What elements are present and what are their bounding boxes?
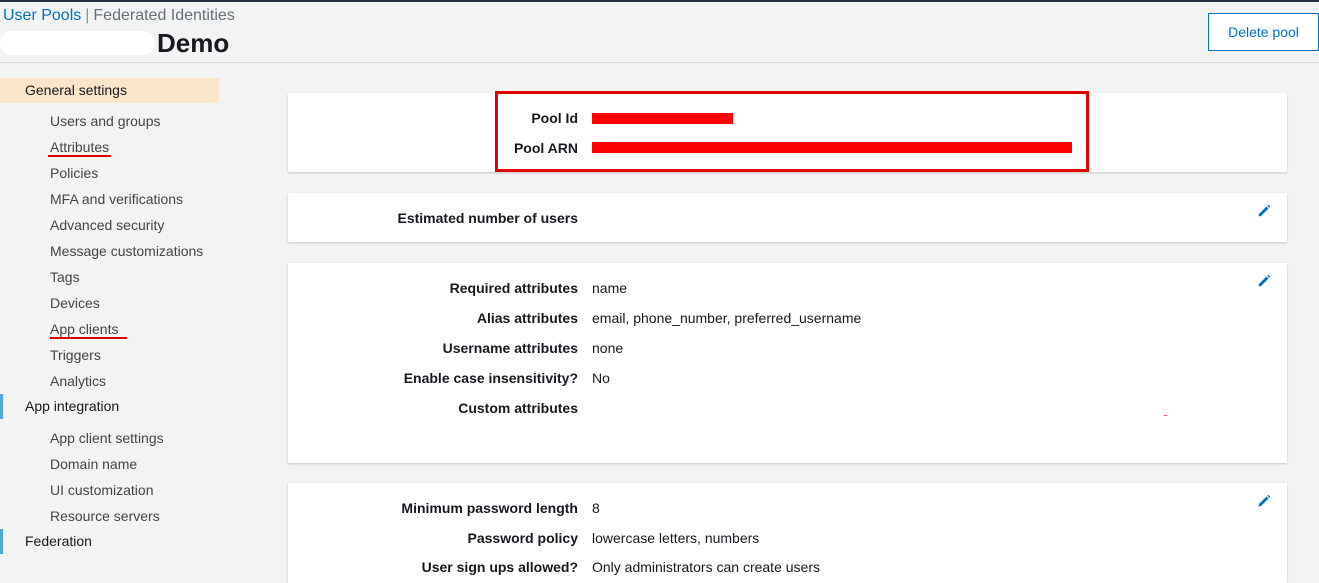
policy-row: Password policy lowercase letters, numbe… [288, 528, 1287, 548]
estimated-users-row: Estimated number of users [288, 208, 1287, 228]
delete-pool-button[interactable]: Delete pool [1208, 13, 1319, 51]
alias-attributes-value: email, phone_number, preferred_username [592, 310, 862, 326]
pencil-icon[interactable] [1257, 494, 1271, 508]
users-card: Estimated number of users [288, 193, 1287, 242]
annotation-underline [50, 337, 127, 339]
user-sign-ups-label: User sign ups allowed? [421, 559, 578, 575]
nav-policies[interactable]: Policies [50, 163, 98, 183]
nav-attributes[interactable]: Attributes [50, 137, 109, 157]
min-password-length-label: Minimum password length [401, 500, 578, 516]
page-header: User Pools | Federated Identities Demo Del… [0, 2, 1319, 63]
breadcrumb: User Pools | Federated Identities [3, 7, 235, 25]
required-attributes-value: name [592, 280, 628, 296]
custom-attributes-label: Custom attributes [458, 400, 578, 416]
page-title: Demo [0, 28, 229, 59]
required-attributes-label: Required attributes [449, 280, 578, 296]
annotation-underline [48, 155, 111, 157]
pencil-icon[interactable] [1257, 204, 1271, 218]
nav-advanced-security[interactable]: Advanced security [50, 215, 164, 235]
nav-app-integration[interactable]: App integration [0, 394, 219, 419]
nav-triggers[interactable]: Triggers [50, 345, 101, 365]
attribute-row: Required attributes name [288, 278, 1287, 298]
nav-domain-name[interactable]: Domain name [50, 454, 137, 474]
policy-row: Minimum password length 8 [288, 498, 1287, 518]
annotation-mark [1164, 415, 1167, 416]
username-attributes-label: Username attributes [442, 340, 578, 356]
case-insensitivity-label: Enable case insensitivity? [403, 370, 578, 386]
password-policy-value: lowercase letters, numbers [592, 530, 760, 546]
nav-app-clients[interactable]: App clients [50, 319, 118, 339]
user-sign-ups-value: Only administrators can create users [592, 559, 820, 575]
pencil-icon[interactable] [1257, 274, 1271, 288]
attribute-row: Enable case insensitivity? No [288, 368, 1287, 388]
attribute-row: Alias attributes email, phone_number, pr… [288, 308, 1287, 328]
case-insensitivity-value: No [592, 370, 610, 386]
nav-federation[interactable]: Federation [0, 529, 219, 554]
username-attributes-value: none [592, 340, 624, 356]
nav-general-settings[interactable]: General settings [0, 78, 219, 103]
sidebar: General settings Users and groups Attrib… [0, 63, 230, 571]
nav-devices[interactable]: Devices [50, 293, 100, 313]
breadcrumb-separator: | [85, 7, 90, 24]
nav-resource-servers[interactable]: Resource servers [50, 506, 160, 526]
nav-ui-customization[interactable]: UI customization [50, 480, 153, 500]
estimated-users-label: Estimated number of users [397, 210, 579, 226]
page-title-text: Demo [157, 28, 230, 58]
min-password-length-value: 8 [592, 500, 600, 516]
nav-tags[interactable]: Tags [50, 267, 80, 287]
attribute-row: Custom attributes [288, 398, 1287, 418]
password-policy-card: Minimum password length 8 Password polic… [288, 483, 1287, 583]
nav-users-and-groups[interactable]: Users and groups [50, 111, 161, 131]
attribute-row: Username attributes none [288, 338, 1287, 358]
redacted-region [0, 31, 155, 55]
nav-analytics[interactable]: Analytics [50, 371, 106, 391]
breadcrumb-user-pools[interactable]: User Pools [3, 7, 81, 24]
alias-attributes-label: Alias attributes [476, 310, 578, 326]
nav-mfa-and-verifications[interactable]: MFA and verifications [50, 189, 183, 209]
password-policy-label: Password policy [467, 530, 578, 546]
nav-app-client-settings[interactable]: App client settings [50, 428, 164, 448]
annotation-highlight-box [495, 91, 1089, 172]
nav-message-customizations[interactable]: Message customizations [50, 241, 203, 261]
attributes-card: Required attributes name Alias attribute… [288, 263, 1287, 463]
policy-row: User sign ups allowed? Only administrato… [288, 557, 1287, 577]
breadcrumb-federated-identities[interactable]: Federated Identities [93, 7, 234, 24]
